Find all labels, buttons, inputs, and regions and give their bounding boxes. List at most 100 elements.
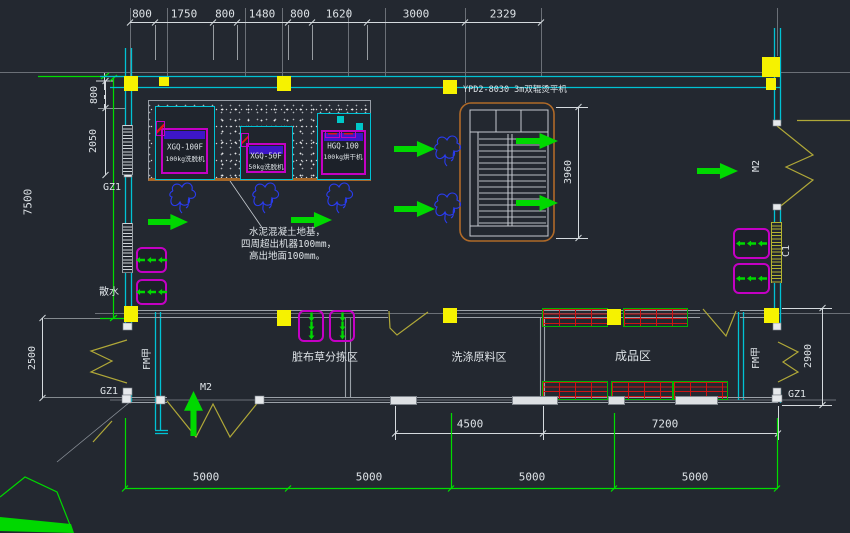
mark-m2-bottom: M2 xyxy=(200,383,212,393)
washer-50kg-model: XGQ-50F xyxy=(250,152,282,160)
door-m2-right xyxy=(777,126,813,209)
window-bottom xyxy=(512,396,558,405)
cart-arrow-icon xyxy=(339,331,345,340)
dryer-burner-icon xyxy=(341,130,356,138)
cart-arrow-icon xyxy=(339,322,345,331)
storage-shelf xyxy=(542,308,608,327)
dim-top: 1480 xyxy=(249,9,276,20)
cart-arrow-icon xyxy=(147,289,156,295)
dryer-name: 100kg烘干机 xyxy=(323,154,362,161)
dim-bottom-5000: 5000 xyxy=(193,472,220,483)
cart-arrow-icon xyxy=(136,289,145,295)
door-fm-right xyxy=(778,342,798,382)
apron-line xyxy=(57,402,130,462)
mark-apron: 散水 xyxy=(99,288,119,298)
dim-right-3960: 3960 xyxy=(564,160,574,184)
dim-top: 3000 xyxy=(403,9,430,20)
dim-top: 1620 xyxy=(326,9,353,20)
dim-bottom-4500: 4500 xyxy=(457,419,484,430)
dryer-burner-icon xyxy=(325,130,340,138)
washer-50kg-name: 50kg洗脱机 xyxy=(248,164,283,171)
dim-top: 1750 xyxy=(171,9,198,20)
cart-arrow-icon xyxy=(308,331,314,340)
cart-arrow-icon xyxy=(758,241,767,247)
door-m2-bottom xyxy=(167,401,259,437)
mark-fm-left: FM甲 xyxy=(143,348,153,370)
column xyxy=(607,309,621,325)
column xyxy=(762,57,780,77)
washer-50kg-valve-icon xyxy=(241,133,249,147)
dryer-model: HGQ-100 xyxy=(327,142,359,150)
cart-arrow-icon xyxy=(339,313,345,322)
cart-arrow-icon xyxy=(136,257,145,263)
washer-100kg-model: XGQ-100F xyxy=(167,143,203,151)
note-line: 高出地面100mm。 xyxy=(249,252,325,262)
window-left xyxy=(122,223,133,273)
column xyxy=(124,306,138,322)
column xyxy=(277,76,291,91)
dim-bottom-5000: 5000 xyxy=(519,472,546,483)
room-label-materials: 洗涤原料区 xyxy=(452,352,507,363)
cart-arrow-icon xyxy=(747,276,756,282)
mark-gz1: GZ1 xyxy=(100,387,118,397)
mark-m2-right: M2 xyxy=(752,160,762,172)
washer-100kg-name: 100kg洗脱机 xyxy=(165,156,204,163)
window-left xyxy=(122,125,133,175)
dim-left-2500: 2500 xyxy=(28,346,38,370)
room-label-sorting: 脏布草分拣区 xyxy=(292,352,358,363)
door-fm-left xyxy=(91,340,127,383)
dryer-duct-icon xyxy=(337,116,344,123)
dryer-duct-icon xyxy=(356,123,363,130)
washer-100kg-panel xyxy=(164,131,205,139)
mark-fm-right: FM甲 xyxy=(752,347,762,369)
window-bottom xyxy=(608,396,625,405)
note-line: 四周超出机器100mm， xyxy=(241,240,336,250)
dim-left-800: 800 xyxy=(90,86,100,104)
cart-arrow-icon xyxy=(147,257,156,263)
laundry-floor-plan: 800 1750 800 1480 800 1620 3000 2329 750… xyxy=(0,0,850,533)
dim-left-2050: 2050 xyxy=(89,129,99,153)
cart-arrow-icon xyxy=(747,241,756,247)
dim-right-2900: 2900 xyxy=(804,344,814,368)
dim-top: 800 xyxy=(215,9,235,20)
cart-arrow-icon xyxy=(308,322,314,331)
washer-100kg-valve-icon xyxy=(156,121,165,136)
linen-cart xyxy=(733,228,770,259)
note-line: 水泥混凝土地基， xyxy=(249,228,325,238)
cart-arrow-icon xyxy=(736,241,745,247)
linen-cart xyxy=(136,247,167,273)
dim-bottom-7200: 7200 xyxy=(652,419,679,430)
cart-arrow-icon xyxy=(308,313,314,322)
column xyxy=(159,77,169,86)
walls-exterior xyxy=(100,28,781,434)
note-leader-line xyxy=(228,178,263,229)
sorting-cart xyxy=(298,310,324,342)
sorting-cart xyxy=(329,310,355,342)
storage-shelf xyxy=(623,308,688,327)
column xyxy=(766,78,776,90)
door-materials xyxy=(389,311,428,335)
cart-arrow-icon xyxy=(758,276,767,282)
linen-cart xyxy=(733,263,770,294)
dim-bottom-5000: 5000 xyxy=(682,472,709,483)
column xyxy=(124,76,138,91)
mark-gz1: GZ1 xyxy=(788,390,806,400)
window-bottom xyxy=(675,396,718,405)
dim-top: 800 xyxy=(132,9,152,20)
dim-left-7500: 7500 xyxy=(23,189,34,216)
cart-arrow-icon xyxy=(736,276,745,282)
grid-axes xyxy=(0,8,850,400)
mark-gz1: GZ1 xyxy=(103,183,121,193)
cart-arrow-icon xyxy=(158,289,167,295)
dim-top: 800 xyxy=(290,9,310,20)
column xyxy=(443,80,457,94)
room-label-finished: 成品区 xyxy=(615,350,651,362)
column xyxy=(443,308,457,323)
column xyxy=(277,310,291,326)
column xyxy=(764,308,779,323)
dim-bottom-5000: 5000 xyxy=(356,472,383,483)
ironer-machine xyxy=(460,103,554,241)
ironer-label: YPD2-8030 3m双辊烫平机 xyxy=(463,86,567,95)
window-bottom xyxy=(390,396,417,405)
site-boundary xyxy=(0,477,74,533)
